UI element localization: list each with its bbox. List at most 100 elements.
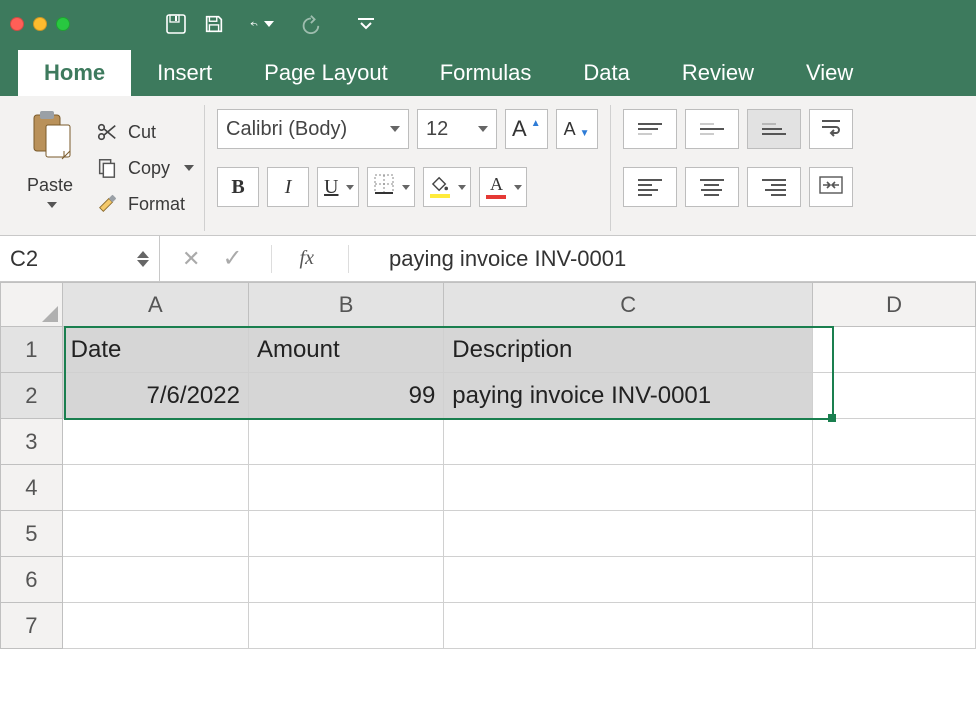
copy-icon [96, 157, 118, 179]
decrease-font-button[interactable]: A▼ [556, 109, 598, 149]
select-all-corner[interactable] [1, 283, 63, 327]
increase-font-button[interactable]: A▲ [505, 109, 548, 149]
align-top-icon [638, 123, 662, 135]
font-size-value: 12 [426, 118, 448, 141]
cell-A6[interactable] [62, 557, 248, 603]
cell-A7[interactable] [62, 603, 248, 649]
cell-B6[interactable] [248, 557, 443, 603]
cell-D3[interactable] [813, 419, 976, 465]
undo-icon[interactable] [250, 12, 274, 36]
window-minimize-button[interactable] [33, 17, 47, 31]
tab-insert[interactable]: Insert [131, 50, 238, 96]
titlebar [0, 0, 976, 48]
format-painter-button[interactable]: Format [96, 193, 194, 215]
cell-A2[interactable]: 7/6/2022 [62, 373, 248, 419]
row-header-7[interactable]: 7 [1, 603, 63, 649]
copy-label: Copy [128, 158, 170, 179]
cell-C4[interactable] [444, 465, 813, 511]
fx-icon[interactable]: fx [300, 247, 314, 270]
paste-button[interactable]: Paste [20, 105, 88, 231]
italic-button[interactable]: I [267, 167, 309, 207]
autosave-icon[interactable] [164, 12, 188, 36]
paintbrush-icon [96, 193, 118, 215]
tab-view[interactable]: View [780, 50, 879, 96]
col-header-A[interactable]: A [62, 283, 248, 327]
scissors-icon [96, 121, 118, 143]
cell-C2[interactable]: paying invoice INV-0001 [444, 373, 813, 419]
clipboard-actions: Cut Copy Format [88, 105, 194, 231]
name-box-spinner[interactable] [137, 251, 149, 267]
bold-button[interactable]: B [217, 167, 259, 207]
spreadsheet-grid[interactable]: A B C D 1 Date Amount Description 2 7/6/… [0, 282, 976, 649]
borders-button[interactable] [367, 167, 415, 207]
fill-color-button[interactable] [423, 167, 471, 207]
cell-B2[interactable]: 99 [248, 373, 443, 419]
tab-page-layout[interactable]: Page Layout [238, 50, 414, 96]
cell-A4[interactable] [62, 465, 248, 511]
cell-C1[interactable]: Description [444, 327, 813, 373]
tab-formulas[interactable]: Formulas [414, 50, 558, 96]
align-left-button[interactable] [623, 167, 677, 207]
ribbon: Paste Cut Copy Format [0, 96, 976, 236]
window-close-button[interactable] [10, 17, 24, 31]
underline-button[interactable]: U [317, 167, 359, 207]
copy-dropdown-icon[interactable] [184, 165, 194, 171]
cell-A3[interactable] [62, 419, 248, 465]
row-header-3[interactable]: 3 [1, 419, 63, 465]
wrap-text-icon [820, 117, 842, 142]
formula-input[interactable]: paying invoice INV-0001 [377, 246, 976, 272]
cell-D2[interactable] [813, 373, 976, 419]
cell-B7[interactable] [248, 603, 443, 649]
align-top-button[interactable] [623, 109, 677, 149]
row-header-1[interactable]: 1 [1, 327, 63, 373]
cell-C7[interactable] [444, 603, 813, 649]
cell-B1[interactable]: Amount [248, 327, 443, 373]
cell-A1[interactable]: Date [62, 327, 248, 373]
row-header-4[interactable]: 4 [1, 465, 63, 511]
cell-D4[interactable] [813, 465, 976, 511]
confirm-edit-icon[interactable]: ✓ [222, 244, 242, 273]
paste-dropdown-icon[interactable] [47, 202, 57, 208]
col-header-D[interactable]: D [813, 283, 976, 327]
cell-B3[interactable] [248, 419, 443, 465]
name-box[interactable]: C2 [0, 236, 160, 281]
font-color-button[interactable]: A [479, 167, 527, 207]
font-name-combo[interactable]: Calibri (Body) [217, 109, 409, 149]
ribbon-tabs: Home Insert Page Layout Formulas Data Re… [0, 48, 976, 96]
cell-D1[interactable] [813, 327, 976, 373]
align-bottom-button[interactable] [747, 109, 801, 149]
tab-review[interactable]: Review [656, 50, 780, 96]
row-header-5[interactable]: 5 [1, 511, 63, 557]
align-middle-button[interactable] [685, 109, 739, 149]
font-size-combo[interactable]: 12 [417, 109, 497, 149]
cell-A5[interactable] [62, 511, 248, 557]
qat-customize-icon[interactable] [354, 12, 378, 36]
save-icon[interactable] [202, 12, 226, 36]
merge-button[interactable] [809, 167, 853, 207]
wrap-text-button[interactable] [809, 109, 853, 149]
cell-D6[interactable] [813, 557, 976, 603]
cell-B5[interactable] [248, 511, 443, 557]
window-maximize-button[interactable] [56, 17, 70, 31]
alignment-group [611, 105, 865, 231]
cell-C3[interactable] [444, 419, 813, 465]
copy-button[interactable]: Copy [96, 157, 194, 179]
cut-button[interactable]: Cut [96, 121, 194, 143]
cell-D7[interactable] [813, 603, 976, 649]
col-header-C[interactable]: C [444, 283, 813, 327]
cell-D5[interactable] [813, 511, 976, 557]
row-header-6[interactable]: 6 [1, 557, 63, 603]
align-right-button[interactable] [747, 167, 801, 207]
align-center-button[interactable] [685, 167, 739, 207]
col-header-B[interactable]: B [248, 283, 443, 327]
cell-C5[interactable] [444, 511, 813, 557]
row-header-2[interactable]: 2 [1, 373, 63, 419]
cancel-edit-icon[interactable]: ✕ [182, 246, 200, 272]
tab-data[interactable]: Data [557, 50, 655, 96]
cell-B4[interactable] [248, 465, 443, 511]
tab-home[interactable]: Home [18, 50, 131, 96]
redo-icon[interactable] [298, 12, 322, 36]
cell-C6[interactable] [444, 557, 813, 603]
align-left-icon [638, 179, 662, 196]
chevron-down-icon [478, 126, 488, 132]
